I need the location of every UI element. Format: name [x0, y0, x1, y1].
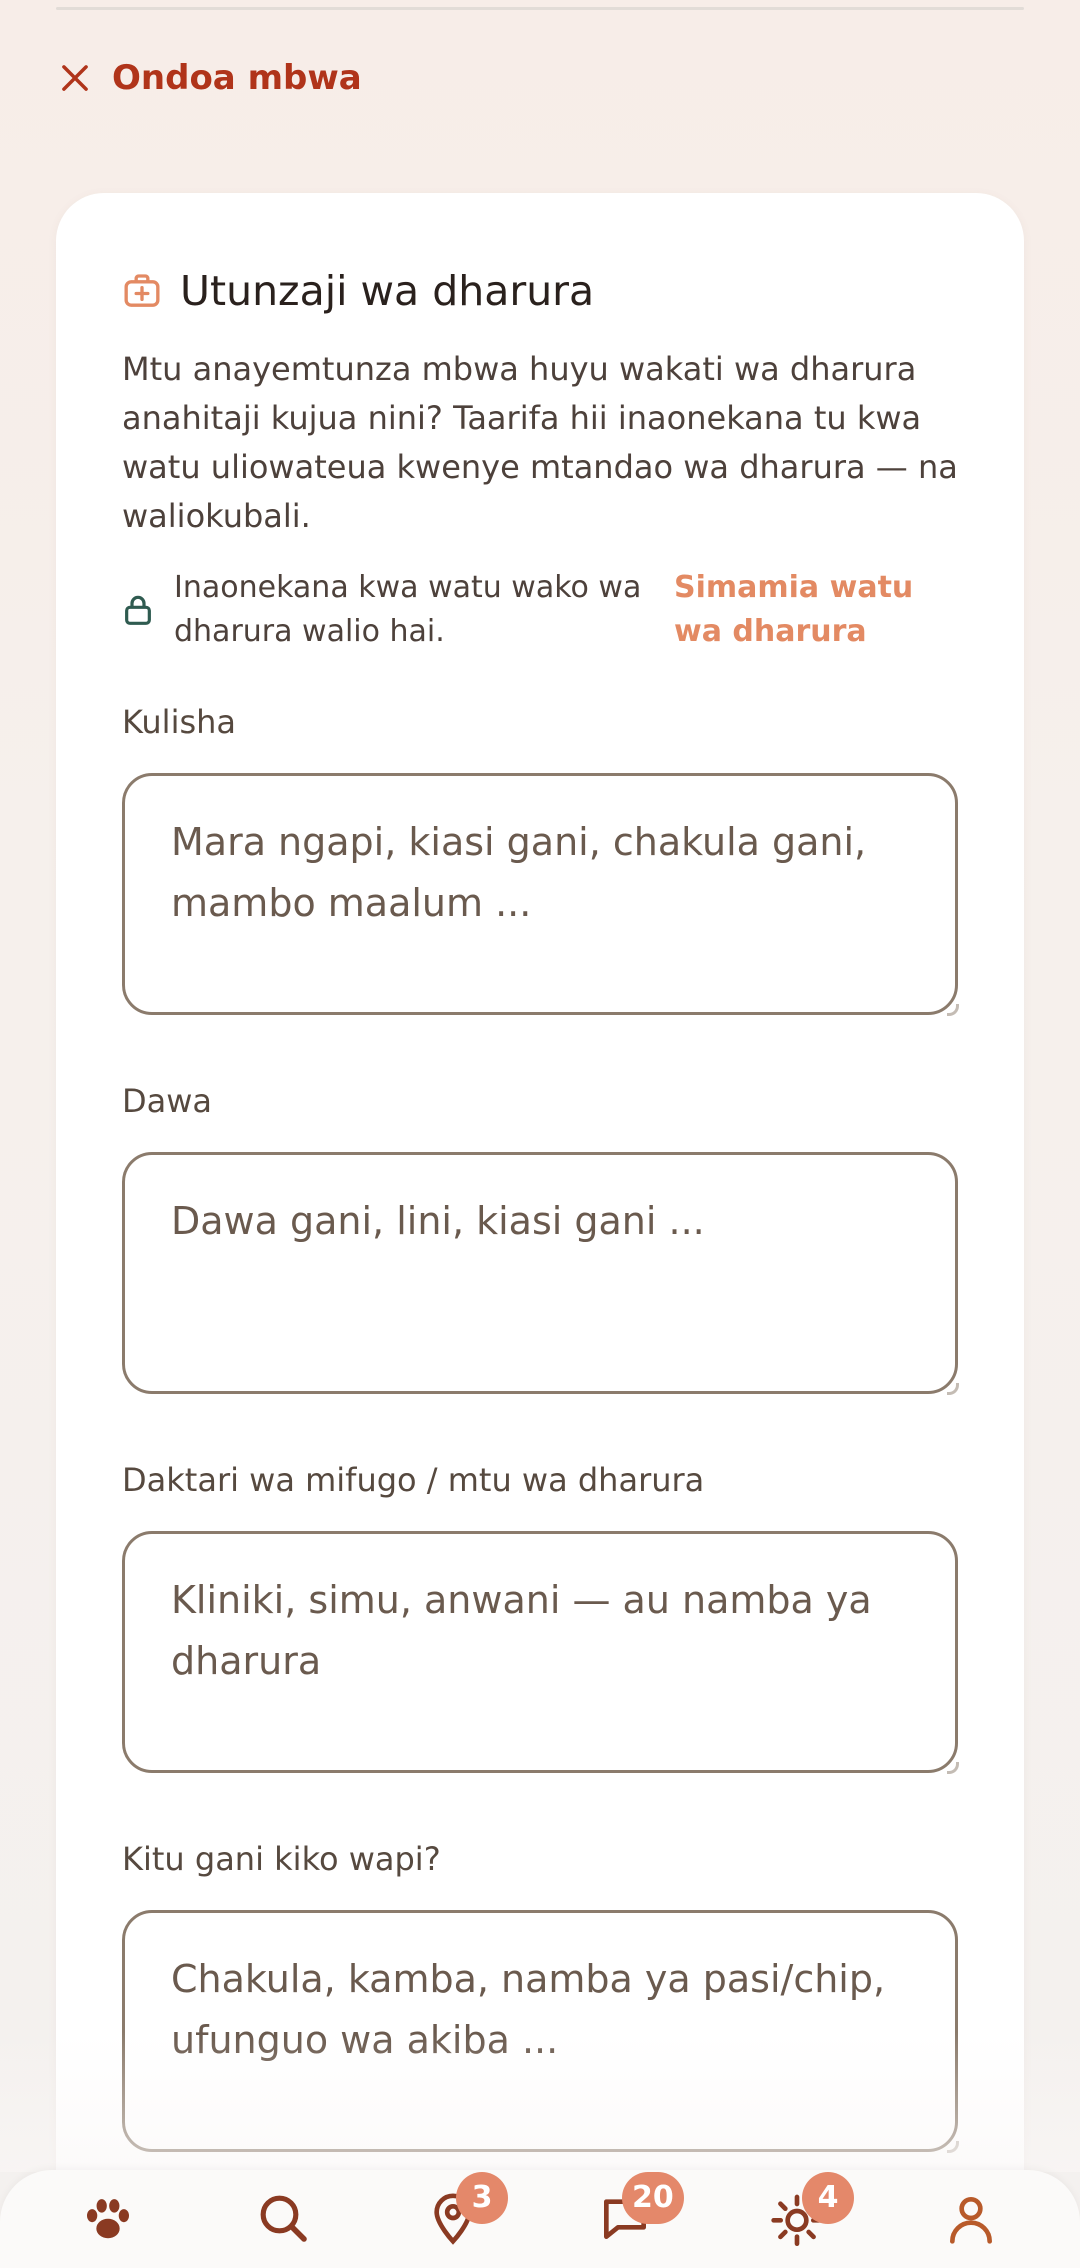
nav-locations[interactable]: 3	[408, 2172, 508, 2264]
feeding-placeholder: Mara ngapi, kiasi gani, chakula gani, ma…	[171, 820, 867, 925]
card-title: Utunzaji wa dharura	[180, 267, 595, 315]
nav-messages[interactable]: 20	[580, 2172, 684, 2264]
locations-badge: 3	[456, 2172, 508, 2224]
resize-handle[interactable]	[947, 1004, 959, 1016]
item-locations-label: Kitu gani kiko wapi?	[122, 1840, 441, 1878]
card-header: Utunzaji wa dharura	[122, 267, 958, 315]
nav-activity[interactable]: 4	[752, 2172, 854, 2264]
vet-contact-field[interactable]: Kliniki, simu, anwani — au namba ya dhar…	[122, 1531, 959, 1774]
visibility-row: Inaonekana kwa watu wako wa dharura wali…	[122, 566, 962, 654]
resize-handle[interactable]	[947, 2141, 959, 2153]
first-aid-kit-icon	[124, 274, 160, 307]
remove-dog-label: Ondoa mbwa	[112, 58, 362, 98]
lock-icon	[125, 595, 151, 625]
medication-placeholder: Dawa gani, lini, kiasi gani ...	[171, 1199, 705, 1243]
manage-emergency-contacts-link[interactable]: Simamia watu wa dharura	[674, 566, 914, 654]
item-locations-field[interactable]: Chakula, kamba, namba ya pasi/chip, ufun…	[122, 1910, 959, 2153]
bottom-navigation: 3 20 4	[0, 2170, 1080, 2268]
profile-icon	[950, 2197, 992, 2244]
remove-dog-button[interactable]: Ondoa mbwa	[56, 52, 362, 104]
activity-badge: 4	[802, 2172, 854, 2224]
medication-label: Dawa	[122, 1082, 213, 1120]
feeding-label: Kulisha	[122, 703, 237, 741]
close-icon	[62, 65, 88, 91]
vet-contact-placeholder: Kliniki, simu, anwani — au namba ya dhar…	[171, 1578, 872, 1683]
nav-dogs[interactable]	[63, 2184, 153, 2264]
nav-search[interactable]	[238, 2184, 328, 2264]
visibility-note: Inaonekana kwa watu wako wa dharura wali…	[174, 570, 642, 649]
resize-handle[interactable]	[947, 1383, 959, 1395]
feeding-field[interactable]: Mara ngapi, kiasi gani, chakula gani, ma…	[122, 773, 959, 1016]
nav-profile[interactable]	[926, 2184, 1016, 2264]
medication-field[interactable]: Dawa gani, lini, kiasi gani ...	[122, 1152, 959, 1395]
search-icon	[260, 2195, 307, 2242]
resize-handle[interactable]	[947, 1762, 959, 1774]
paw-icon	[87, 2199, 129, 2239]
card-description: Mtu anayemtunza mbwa huyu wakati wa dhar…	[122, 350, 958, 535]
item-locations-placeholder: Chakula, kamba, namba ya pasi/chip, ufun…	[171, 1957, 886, 2062]
top-divider	[56, 7, 1024, 10]
vet-contact-label: Daktari wa mifugo / mtu wa dharura	[122, 1461, 705, 1499]
emergency-care-card: Utunzaji wa dharura Mtu anayemtunza mbwa…	[56, 193, 1024, 2268]
messages-badge: 20	[622, 2172, 684, 2224]
